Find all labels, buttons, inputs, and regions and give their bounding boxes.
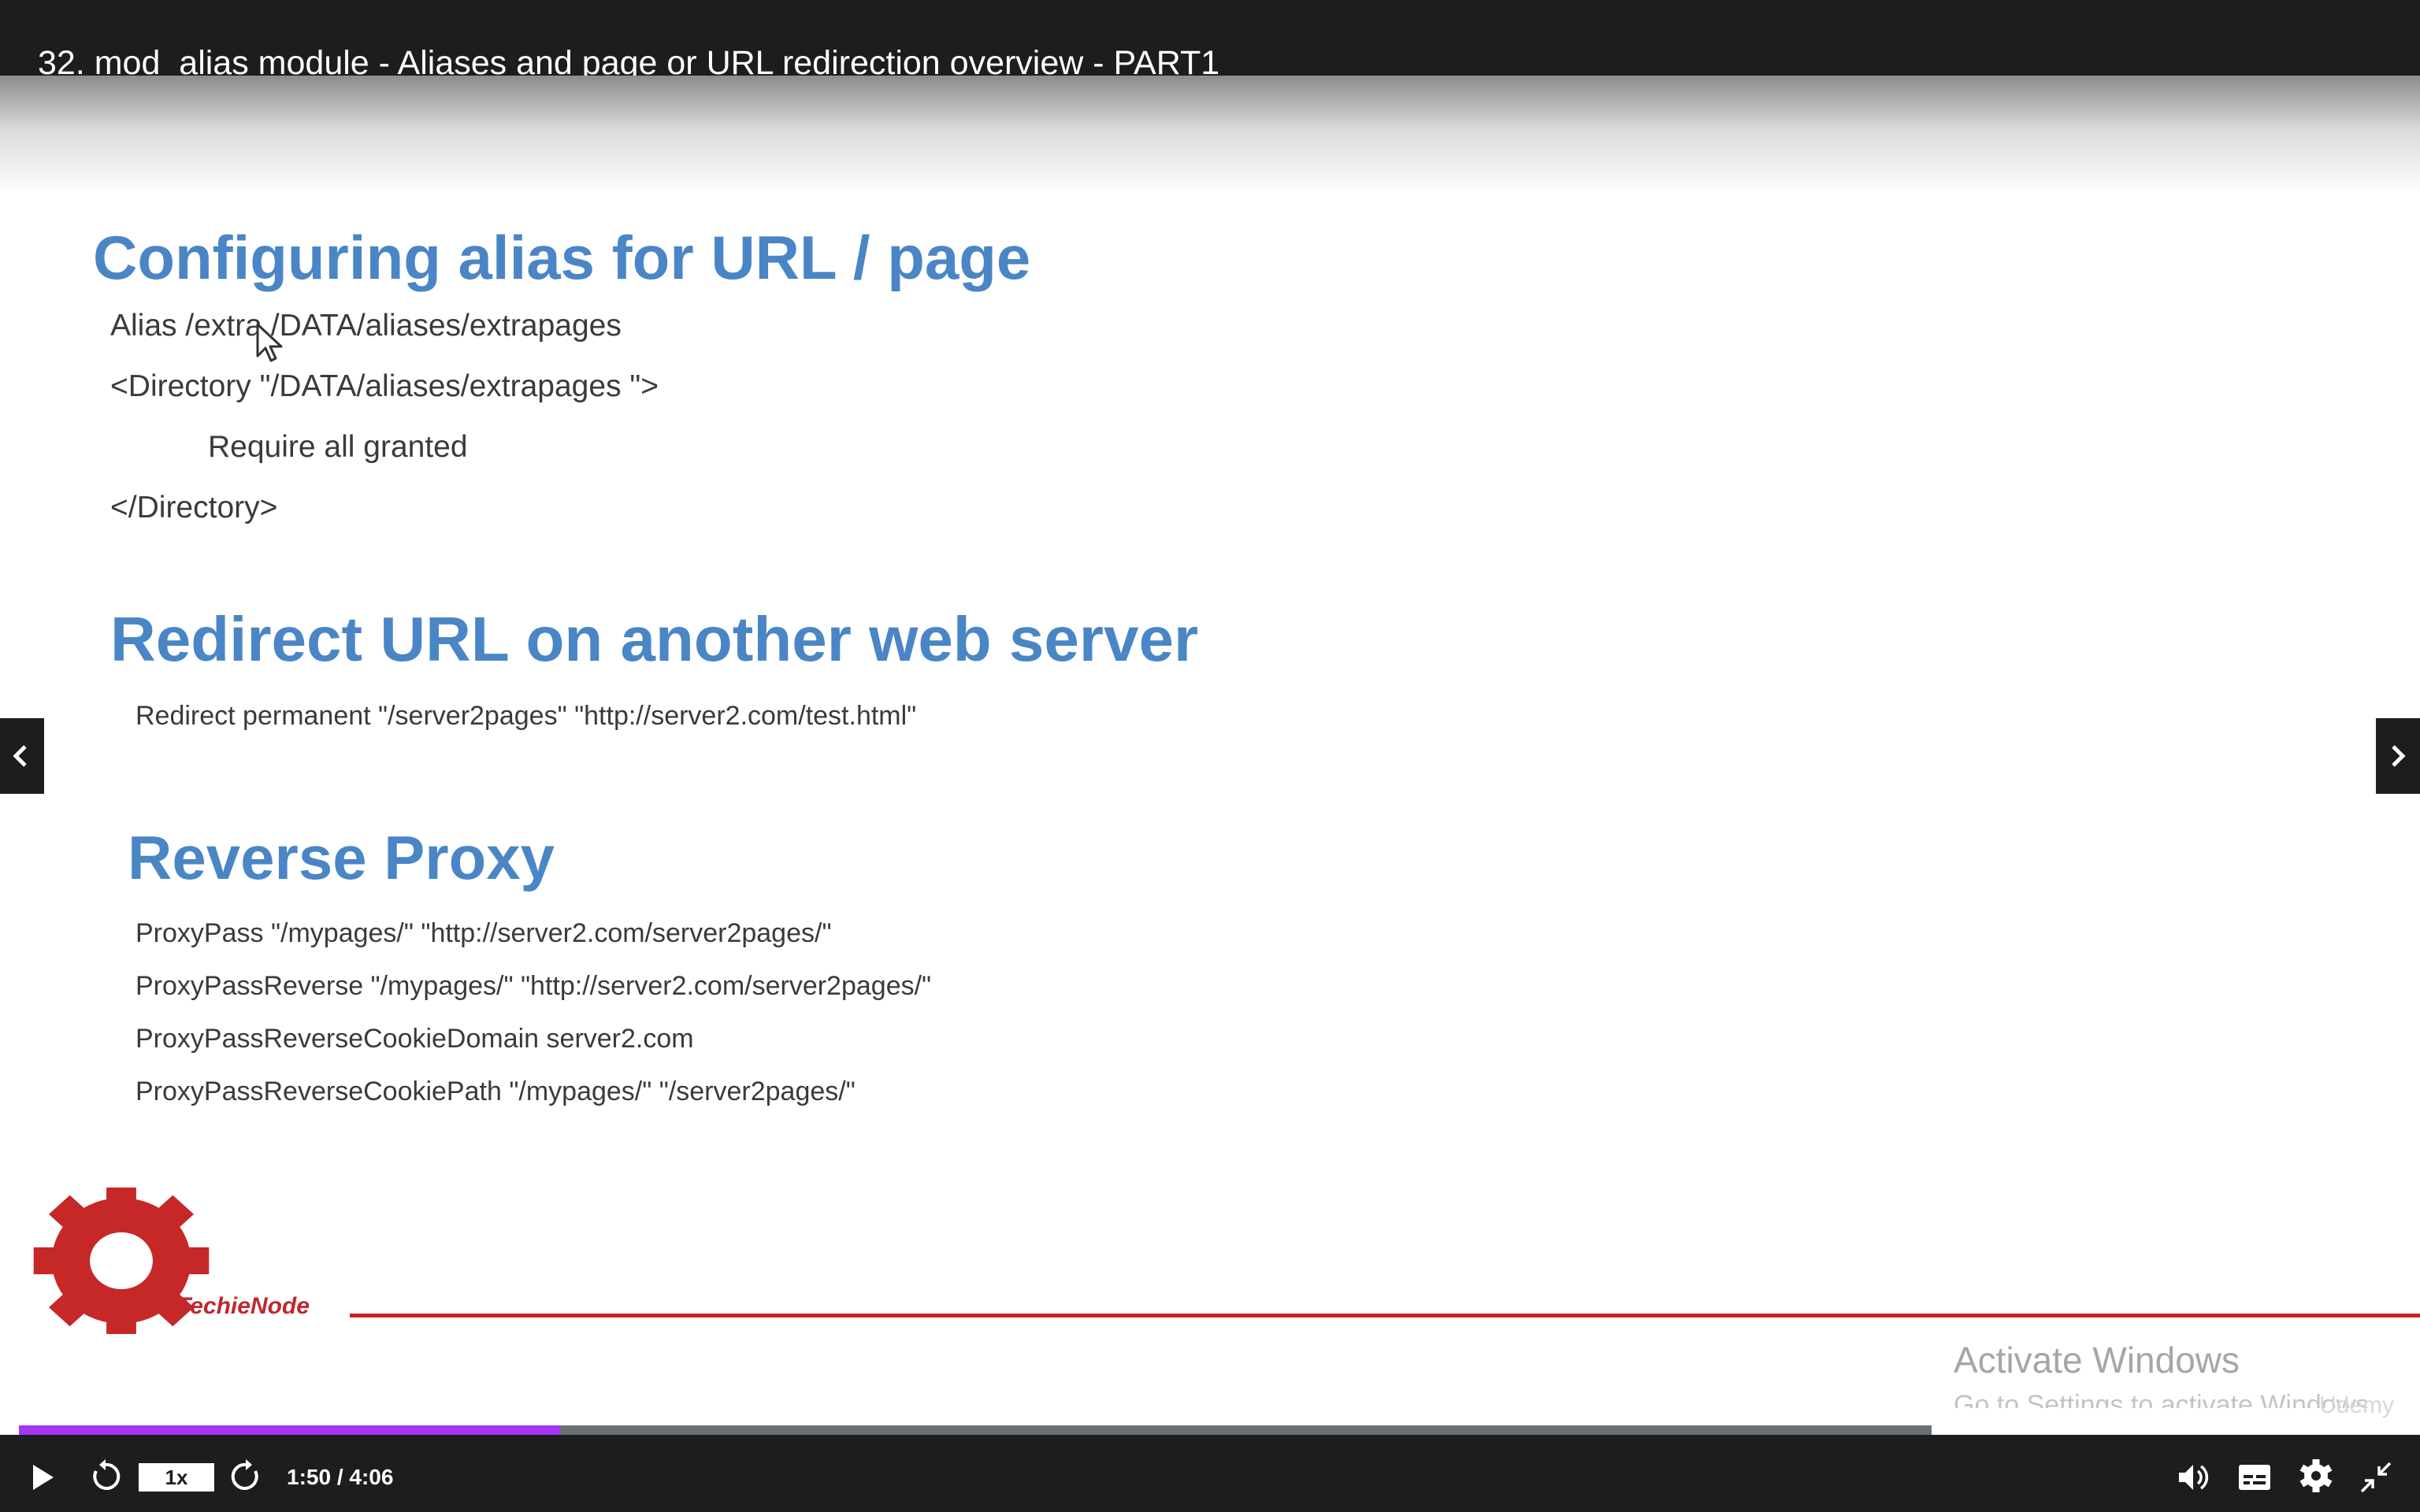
progress-played bbox=[19, 1425, 561, 1435]
slide-heading-reverse-proxy: Reverse Proxy bbox=[128, 823, 555, 892]
rewind-icon bbox=[93, 1459, 121, 1490]
slide-code-line: ProxyPassReverseCookiePath "/mypages/" "… bbox=[135, 1077, 856, 1106]
time-display: 1:50 / 4:06 bbox=[287, 1465, 394, 1489]
previous-lecture-button[interactable] bbox=[0, 718, 44, 794]
captions-icon bbox=[2239, 1465, 2270, 1490]
volume-button[interactable] bbox=[2176, 1460, 2210, 1499]
slide-code-line: <Directory "/DATA/aliases/extrapages "> bbox=[110, 369, 659, 403]
slide-code-line: ProxyPass "/mypages/" "http://server2.co… bbox=[135, 918, 832, 948]
slide-code-line: ProxyPassReverseCookieDomain server2.com bbox=[135, 1024, 694, 1054]
slide-code-line: Redirect permanent "/server2pages" "http… bbox=[135, 701, 917, 731]
video-progress-bar[interactable] bbox=[19, 1425, 1932, 1435]
mouse-cursor-icon bbox=[256, 323, 284, 368]
settings-button[interactable] bbox=[2299, 1458, 2333, 1497]
rewind-button[interactable] bbox=[88, 1458, 123, 1497]
title-gradient bbox=[0, 76, 2420, 194]
forward-icon bbox=[231, 1459, 258, 1490]
footer-rule bbox=[350, 1314, 2420, 1317]
slide-heading-redirect: Redirect URL on another web server bbox=[110, 604, 1199, 674]
title-bar: 32. mod_alias module - Aliases and page … bbox=[0, 0, 2420, 82]
exit-fullscreen-button[interactable] bbox=[2359, 1460, 2393, 1499]
playback-speed-button[interactable]: 1x bbox=[139, 1463, 214, 1492]
forward-button[interactable] bbox=[228, 1458, 263, 1497]
next-lecture-button[interactable] bbox=[2376, 718, 2420, 794]
chevron-right-icon bbox=[2392, 745, 2406, 767]
chevron-left-icon bbox=[13, 745, 27, 767]
captions-button[interactable] bbox=[2237, 1462, 2272, 1497]
udemy-watermark: Udemy bbox=[2319, 1392, 2395, 1418]
activate-windows-watermark: Activate Windows bbox=[1954, 1340, 2240, 1380]
slide-code-line: ProxyPassReverse "/mypages/" "http://ser… bbox=[135, 971, 932, 1001]
slide-code-line: Require all granted bbox=[208, 430, 468, 464]
exit-fullscreen-icon bbox=[2360, 1462, 2392, 1493]
player-control-bar: 1x 1:50 / 4:06 bbox=[0, 1435, 2420, 1512]
slide-code-line: Alias /extra /DATA/aliases/extrapages bbox=[110, 309, 622, 343]
play-button[interactable] bbox=[27, 1462, 58, 1497]
logo-text: TechieNode bbox=[176, 1293, 310, 1319]
slide-heading-alias: Configuring alias for URL / page bbox=[93, 223, 1031, 292]
volume-icon bbox=[2179, 1465, 2209, 1490]
play-icon bbox=[33, 1465, 54, 1490]
slide-code-line: </Directory> bbox=[110, 491, 278, 524]
gear-icon bbox=[2299, 1459, 2333, 1492]
